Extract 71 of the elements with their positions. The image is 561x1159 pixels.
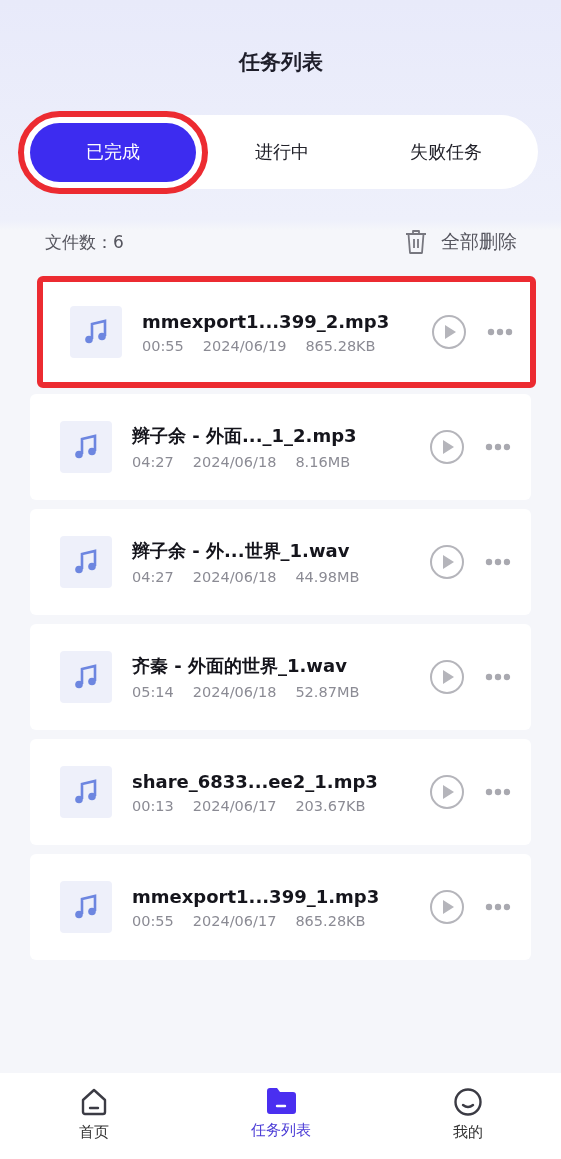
trash-icon bbox=[405, 229, 427, 255]
file-date: 2024/06/19 bbox=[202, 337, 287, 354]
file-card[interactable]: share_6833...ee2_1.mp3 00:13 2024/06/17 203.67KB bbox=[30, 739, 531, 845]
tab[interactable]: 进行中 bbox=[200, 122, 364, 182]
music-note-icon bbox=[74, 664, 98, 690]
smiley-icon bbox=[452, 1087, 483, 1117]
file-card[interactable]: 辫子余 - 外面..._1_2.mp3 04:27 2024/06/18 8.16MB bbox=[30, 394, 531, 500]
play-button[interactable] bbox=[431, 314, 467, 350]
play-button[interactable] bbox=[429, 774, 465, 810]
more-icon bbox=[485, 903, 511, 911]
more-button[interactable] bbox=[485, 443, 511, 451]
file-date: 2024/06/18 bbox=[192, 569, 277, 585]
file-card[interactable]: mmexport1...399_1.mp3 00:55 2024/06/17 865.28KB bbox=[30, 854, 531, 960]
more-button[interactable] bbox=[485, 558, 511, 566]
nav-tab[interactable]: 我的 bbox=[374, 1073, 561, 1159]
tab[interactable]: 失败任务 bbox=[364, 122, 528, 182]
file-duration: 04:27 bbox=[132, 569, 174, 585]
file-card[interactable]: 齐秦 - 外面的世界_1.wav 05:14 2024/06/18 52.87MB bbox=[30, 624, 531, 730]
play-button[interactable] bbox=[429, 659, 465, 695]
play-button[interactable] bbox=[429, 889, 465, 925]
file-size: 203.67KB bbox=[295, 797, 366, 814]
delete-all-button[interactable]: 全部删除 bbox=[405, 229, 517, 255]
file-date: 2024/06/18 bbox=[192, 454, 277, 470]
file-card[interactable]: mmexport1...399_2.mp3 00:55 2024/06/19 865.28KB bbox=[40, 279, 533, 385]
file-duration: 00:55 bbox=[142, 337, 184, 354]
file-duration: 00:55 bbox=[132, 912, 174, 929]
play-icon bbox=[429, 889, 465, 925]
file-card[interactable]: 辫子余 - 外...世界_1.wav 04:27 2024/06/18 44.98MB bbox=[30, 509, 531, 615]
file-name: 齐秦 - 外面的世界_1.wav bbox=[132, 654, 348, 678]
file-name: share_6833...ee2_1.mp3 bbox=[132, 770, 379, 792]
more-icon bbox=[485, 673, 511, 681]
play-icon bbox=[429, 429, 465, 465]
file-size: 865.28KB bbox=[295, 912, 366, 929]
more-icon bbox=[485, 443, 511, 451]
play-button[interactable] bbox=[429, 544, 465, 580]
file-date: 2024/06/18 bbox=[192, 684, 277, 700]
music-note-icon bbox=[84, 319, 108, 345]
nav-tab[interactable]: 任务列表 bbox=[187, 1073, 374, 1159]
more-icon bbox=[485, 558, 511, 566]
file-date: 2024/06/17 bbox=[192, 912, 277, 929]
file-name: mmexport1...399_1.mp3 bbox=[132, 885, 381, 907]
file-duration: 00:13 bbox=[132, 797, 174, 814]
file-duration: 04:27 bbox=[132, 454, 174, 470]
more-button[interactable] bbox=[485, 788, 511, 796]
file-duration: 05:14 bbox=[132, 684, 174, 700]
file-size: 44.98MB bbox=[295, 569, 360, 585]
play-icon bbox=[429, 544, 465, 580]
more-button[interactable] bbox=[487, 328, 513, 336]
file-date: 2024/06/17 bbox=[192, 797, 277, 814]
play-icon bbox=[429, 659, 465, 695]
play-icon bbox=[429, 774, 465, 810]
nav-tab[interactable]: 首页 bbox=[0, 1073, 187, 1159]
file-name: mmexport1...399_2.mp3 bbox=[142, 310, 391, 332]
play-icon bbox=[431, 314, 467, 350]
play-button[interactable] bbox=[429, 429, 465, 465]
more-button[interactable] bbox=[485, 903, 511, 911]
file-name: 辫子余 - 外...世界_1.wav bbox=[132, 539, 351, 563]
page-title: 任务列表 bbox=[237, 49, 324, 76]
file-size: 8.16MB bbox=[295, 454, 351, 470]
more-button[interactable] bbox=[485, 673, 511, 681]
more-icon bbox=[487, 328, 513, 336]
file-size: 52.87MB bbox=[295, 684, 360, 700]
file-name: 辫子余 - 外面..._1_2.mp3 bbox=[132, 424, 358, 448]
more-icon bbox=[485, 788, 511, 796]
file-count: 文件数：6 bbox=[45, 230, 124, 254]
music-note-icon bbox=[74, 894, 98, 920]
folder-icon bbox=[264, 1087, 297, 1115]
file-size: 865.28KB bbox=[305, 337, 376, 354]
music-note-icon bbox=[74, 779, 98, 805]
music-note-icon bbox=[74, 549, 98, 575]
music-note-icon bbox=[74, 434, 98, 460]
